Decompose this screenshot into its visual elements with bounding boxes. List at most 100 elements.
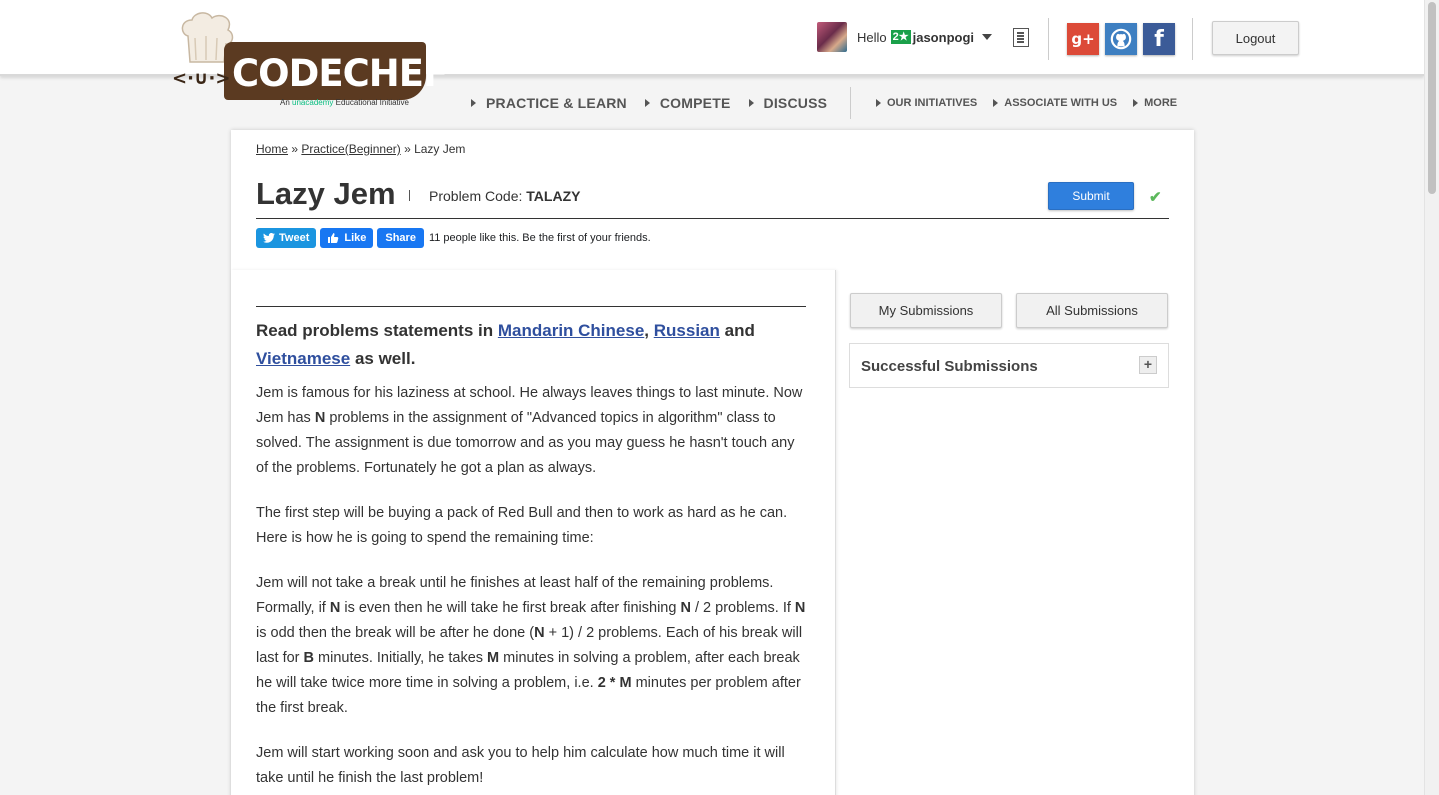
breadcrumb: Home » Practice(Beginner) » Lazy Jem bbox=[256, 142, 465, 156]
statement-text: is odd then the break will be after he d… bbox=[256, 625, 535, 641]
statement-paragraph: The first step will be buying a pack of … bbox=[256, 505, 788, 546]
nav-associate-with-us[interactable]: ASSOCIATE WITH US bbox=[993, 97, 1117, 109]
user-menu[interactable]: Hello 2★ jasonpogi bbox=[817, 21, 992, 53]
breadcrumb-practice-link[interactable]: Practice(Beginner) bbox=[301, 142, 400, 156]
nav-more[interactable]: MORE bbox=[1133, 97, 1177, 109]
caret-right-icon bbox=[748, 99, 754, 107]
thumbs-up-icon bbox=[328, 233, 339, 243]
problem-card: Home » Practice(Beginner) » Lazy Jem Laz… bbox=[231, 130, 1194, 795]
problem-code-value: TALAZY bbox=[526, 188, 581, 204]
chevron-down-icon[interactable] bbox=[982, 34, 992, 40]
tagline-brand: unacademy bbox=[292, 98, 334, 107]
statement-variable: N bbox=[794, 600, 806, 616]
breadcrumb-separator: » bbox=[400, 142, 415, 156]
statement-paragraph: Jem is famous for his laziness at school… bbox=[256, 381, 808, 481]
nav-label: COMPETE bbox=[659, 95, 731, 111]
vietnamese-link[interactable]: Vietnamese bbox=[256, 349, 350, 368]
language-and: and bbox=[724, 321, 755, 340]
greeting: Hello bbox=[857, 29, 887, 45]
caret-right-icon bbox=[644, 99, 650, 107]
google-plus-icon[interactable]: g+ bbox=[1067, 23, 1099, 55]
language-prefix: Read problems statements in bbox=[256, 321, 494, 340]
statement-variable: N bbox=[329, 600, 341, 616]
title-divider bbox=[409, 190, 410, 201]
page-scrollbar[interactable] bbox=[1424, 0, 1439, 795]
nav-practice-learn[interactable]: PRACTICE & LEARN bbox=[471, 95, 627, 111]
nav-compete[interactable]: COMPETE bbox=[644, 95, 731, 111]
main-nav: PRACTICE & LEARN COMPETE DISCUSS bbox=[471, 90, 845, 116]
statement-text: is even then he will take he first break… bbox=[340, 600, 681, 616]
nav-label: MORE bbox=[1144, 97, 1178, 109]
my-submissions-button[interactable]: My Submissions bbox=[850, 293, 1002, 328]
statement-variable: B bbox=[303, 650, 315, 666]
rating-badge: 2★ bbox=[890, 30, 911, 44]
logo-wordmark: CODECHEF bbox=[232, 52, 448, 95]
nav-discuss[interactable]: DISCUSS bbox=[748, 95, 828, 111]
nav-label: PRACTICE & LEARN bbox=[486, 95, 627, 111]
title-rule bbox=[256, 218, 1169, 219]
like-count-text: 11 people like this. Be the first of you… bbox=[428, 232, 651, 244]
caret-right-icon bbox=[1133, 99, 1139, 107]
statement-variable: M bbox=[487, 650, 500, 666]
caret-right-icon bbox=[993, 99, 999, 107]
submit-button[interactable]: Submit bbox=[1048, 182, 1134, 210]
statement-text: problems in the assignment of "Advanced … bbox=[256, 410, 795, 476]
logout-button[interactable]: Logout bbox=[1212, 21, 1299, 55]
russian-link[interactable]: Russian bbox=[654, 321, 720, 340]
language-links: Read problems statements in Mandarin Chi… bbox=[256, 317, 806, 373]
statement-variable: N bbox=[680, 600, 691, 616]
language-suffix: as well. bbox=[354, 349, 416, 368]
tweet-label: Tweet bbox=[279, 232, 310, 244]
nav-label: DISCUSS bbox=[763, 95, 828, 111]
header-divider bbox=[1192, 18, 1193, 60]
problem-code: Problem Code: TALAZY bbox=[429, 188, 580, 204]
tagline-prefix: An bbox=[280, 98, 290, 107]
logo-tagline: An unacademy Educational Initiative bbox=[280, 98, 409, 107]
successful-submissions-title: Successful Submissions bbox=[861, 358, 1038, 375]
mandarin-link[interactable]: Mandarin Chinese bbox=[498, 321, 644, 340]
problem-content: Read problems statements in Mandarin Chi… bbox=[231, 270, 836, 795]
breadcrumb-current: Lazy Jem bbox=[414, 142, 466, 156]
social-share-row: Tweet Like Share 11 people like this. Be… bbox=[256, 228, 651, 248]
github-icon[interactable] bbox=[1105, 23, 1137, 55]
all-submissions-button[interactable]: All Submissions bbox=[1016, 293, 1168, 328]
caret-right-icon bbox=[876, 99, 881, 107]
check-icon: ✔ bbox=[1149, 189, 1162, 206]
statement-paragraph: Jem will not take a break until he finis… bbox=[256, 571, 808, 721]
header-divider bbox=[1048, 18, 1049, 60]
expand-icon[interactable]: + bbox=[1139, 356, 1157, 374]
statement-text: / 2 problems. If bbox=[690, 600, 795, 616]
twitter-icon bbox=[263, 233, 275, 243]
problem-statement: Jem is famous for his laziness at school… bbox=[256, 381, 808, 795]
nav-our-initiatives[interactable]: OUR INITIATIVES bbox=[876, 97, 977, 109]
nav-divider bbox=[850, 87, 851, 119]
statement-variable: N bbox=[534, 625, 545, 641]
content-rule bbox=[256, 306, 806, 307]
nav-label: ASSOCIATE WITH US bbox=[1004, 97, 1118, 109]
facebook-like-button[interactable]: Like bbox=[320, 228, 374, 248]
breadcrumb-home-link[interactable]: Home bbox=[256, 142, 288, 156]
avatar[interactable] bbox=[817, 22, 847, 52]
nav-label: OUR INITIATIVES bbox=[887, 97, 978, 109]
facebook-share-button[interactable]: Share bbox=[377, 228, 424, 248]
secondary-nav: OUR INITIATIVES ASSOCIATE WITH US MORE bbox=[876, 90, 1193, 116]
notes-icon[interactable] bbox=[1013, 28, 1029, 47]
like-label: Like bbox=[344, 232, 367, 244]
chef-face-icon: <·∪·> bbox=[172, 68, 231, 89]
statement-variable: 2 * M bbox=[597, 675, 632, 691]
facebook-icon[interactable]: f bbox=[1143, 23, 1175, 55]
caret-right-icon bbox=[471, 99, 476, 107]
statement-paragraph: Jem will start working soon and ask you … bbox=[256, 745, 785, 786]
tweet-button[interactable]: Tweet bbox=[256, 228, 317, 248]
tagline-suffix: Educational Initiative bbox=[335, 98, 410, 107]
codechef-logo[interactable]: CODECHEF <·∪·> An unacademy Educational … bbox=[172, 12, 448, 108]
language-comma: , bbox=[644, 321, 650, 340]
problem-code-label: Problem Code: bbox=[429, 188, 523, 204]
username[interactable]: jasonpogi bbox=[913, 30, 974, 45]
page-title: Lazy Jem bbox=[256, 176, 396, 211]
statement-variable: N bbox=[314, 410, 326, 426]
successful-submissions-panel[interactable]: Successful Submissions + bbox=[849, 343, 1169, 388]
breadcrumb-separator: » bbox=[288, 142, 302, 156]
scrollbar-thumb[interactable] bbox=[1428, 2, 1436, 194]
statement-text: minutes. Initially, he takes bbox=[314, 650, 488, 666]
